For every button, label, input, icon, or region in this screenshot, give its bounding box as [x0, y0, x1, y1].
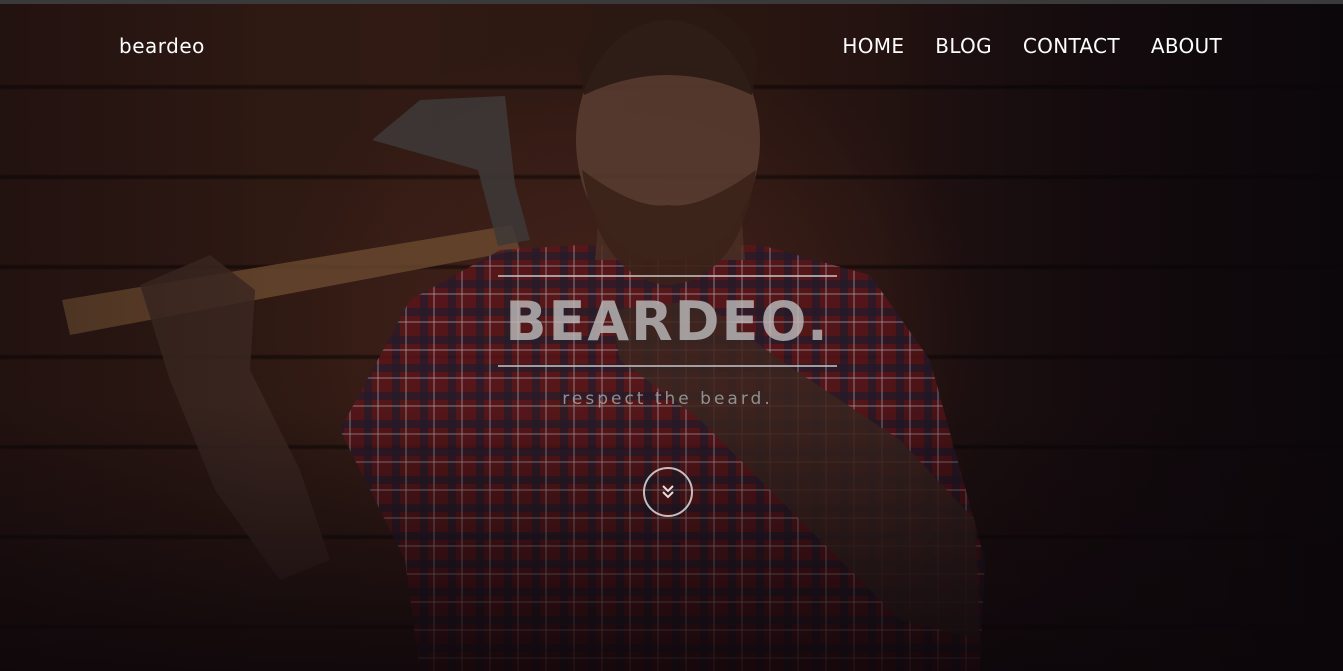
main-nav: HOME BLOG CONTACT ABOUT [842, 34, 1222, 58]
top-border [0, 0, 1343, 4]
double-chevron-down-icon [662, 485, 674, 499]
hero-section: beardeo HOME BLOG CONTACT ABOUT BEARDEO.… [0, 0, 1343, 671]
hero-tagline: respect the beard. [562, 389, 773, 409]
hero-title: BEARDEO. [505, 290, 830, 353]
scroll-down-button[interactable] [643, 467, 693, 517]
nav-item-home[interactable]: HOME [842, 34, 904, 58]
brand-logo[interactable]: beardeo [119, 34, 205, 58]
hero-title-block: BEARDEO. [498, 275, 837, 367]
nav-item-contact[interactable]: CONTACT [1023, 34, 1120, 58]
nav-item-about[interactable]: ABOUT [1151, 34, 1222, 58]
nav-item-blog[interactable]: BLOG [935, 34, 992, 58]
title-rule-bottom [498, 365, 837, 367]
